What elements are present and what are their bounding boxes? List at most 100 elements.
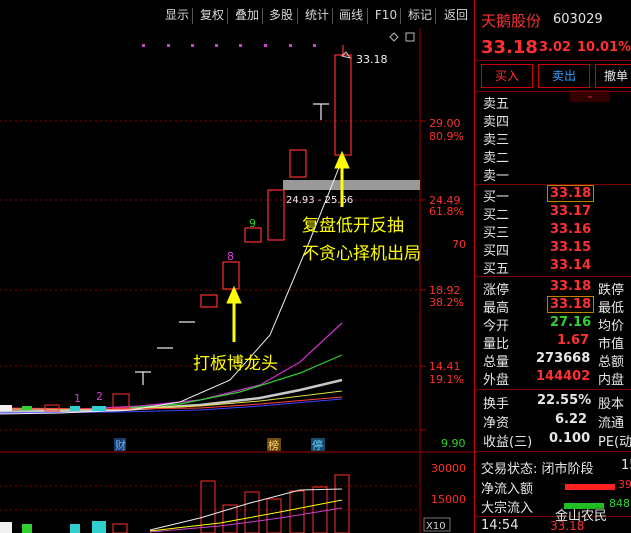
divider <box>475 276 631 277</box>
order-buy-price: 33.15 <box>550 240 592 255</box>
toolbar-f10-button[interactable]: F10 <box>371 7 401 24</box>
divider <box>475 91 631 92</box>
candle-number-label: 1 <box>74 392 81 405</box>
toolbar-display-button[interactable]: 显示 <box>161 7 193 24</box>
stat-label: 跌停 <box>598 283 625 298</box>
event-marker-label: 财 <box>115 438 126 452</box>
order-buy-label: 买一 <box>483 190 510 205</box>
trade-status-tail: 15 <box>621 458 631 473</box>
stat-label: 最低 <box>598 301 625 316</box>
toolbar-divider <box>435 8 436 24</box>
stat-label: 今开 <box>483 319 510 334</box>
stat-value: 33.18 <box>547 296 595 313</box>
stat-label: 外盘 <box>483 373 510 388</box>
block-inflow-value: 848 <box>609 497 630 510</box>
order-buy-price: 33.17 <box>550 204 592 219</box>
divider <box>475 389 631 390</box>
pct-axis-label: 61.8% <box>429 205 464 218</box>
annotation-bottom: 打板博龙头 <box>193 354 278 374</box>
toolbar-back-button[interactable]: 返回 <box>439 7 473 24</box>
pct-axis-label: 19.1% <box>429 373 464 386</box>
doji-candles <box>135 103 329 385</box>
order-sell-row: 卖四 <box>483 115 510 130</box>
stat-value: 1.67 <box>557 333 590 348</box>
divider <box>475 60 631 61</box>
square-icon <box>405 32 415 42</box>
tick-time: 14:54 <box>481 518 519 533</box>
stat-value: 144402 <box>536 369 591 384</box>
toolbar-divider <box>400 8 401 24</box>
quote-panel: 天鹅股份 603029 33.18 3.02 10.01% 买入 卖出 撤单 ⌄… <box>474 0 631 533</box>
toolbar-overlay-button[interactable]: 叠加 <box>231 7 263 24</box>
stat-value: 27.16 <box>550 315 592 330</box>
stat-value: 22.55% <box>537 393 592 408</box>
volume-bars-small <box>0 521 106 533</box>
stat-label: 总额 <box>598 355 625 370</box>
net-inflow-bar <box>565 484 615 490</box>
stock-name: 天鹅股份 <box>481 12 542 30</box>
stat-value: 33.18 <box>550 279 592 294</box>
toolbar-divider <box>262 8 263 24</box>
toolbar-divider <box>332 8 333 24</box>
stat-label: 换手 <box>483 397 510 412</box>
top-marker-dots <box>142 44 316 47</box>
toolbar-divider <box>297 8 298 24</box>
stat-label: 均价 <box>598 319 625 334</box>
stat-label: 涨停 <box>483 283 510 298</box>
block-inflow-label: 大宗流入 <box>481 501 534 516</box>
stat-label: 流通 <box>598 416 625 431</box>
toolbar-mark-button[interactable]: 标记 <box>404 7 436 24</box>
order-buy-label: 买二 <box>483 208 510 223</box>
price-axis-label: 70 <box>452 238 466 251</box>
divider <box>475 451 631 452</box>
divider <box>475 516 631 517</box>
toolbar-adjust-button[interactable]: 复权 <box>196 7 228 24</box>
order-buy-price: 33.16 <box>550 222 592 237</box>
candle-number-label: 8 <box>227 250 234 263</box>
stat-label: 最高 <box>483 301 510 316</box>
stat-label: 总量 <box>483 355 510 370</box>
order-sell-row: 卖二 <box>483 151 510 166</box>
stat-label: 净资 <box>483 416 510 431</box>
stock-change: 3.02 <box>539 40 572 55</box>
trade-status: 交易状态: 闭市阶段 <box>481 462 594 477</box>
kline-chart: 1 2 8 9 33.18 24.93 - 25.66 29.00 80.9% … <box>0 28 474 533</box>
order-buy-label: 买四 <box>483 244 510 259</box>
sell-button[interactable]: 卖出 <box>538 64 590 88</box>
toolbar-stats-button[interactable]: 统计 <box>301 7 333 24</box>
toolbar-divider <box>227 8 228 24</box>
stat-label: 收益(三) <box>483 435 533 450</box>
stat-value: 6.22 <box>555 412 588 427</box>
order-sell-row: 卖三 <box>483 133 510 148</box>
cancel-button[interactable]: 撤单 <box>595 64 631 88</box>
toolbar-divider <box>192 8 193 24</box>
toolbar-divider <box>367 8 368 24</box>
pct-axis-label: 80.9% <box>429 130 464 143</box>
price-axis-label: 9.90 <box>441 437 466 450</box>
rally-candles <box>200 45 352 308</box>
candle-number-label: 9 <box>249 217 256 230</box>
stat-label: 市值 <box>598 337 625 352</box>
price-axis-label: 29.00 <box>429 117 461 130</box>
stat-label: PE(动 <box>598 435 631 450</box>
order-buy-price: 33.18 <box>547 185 595 202</box>
trading-app: 显示 复权 叠加 多股 统计 画线 F10 标记 返回 1 2 8 9 33.1… <box>0 0 631 533</box>
net-inflow-label: 净流入额 <box>481 482 534 497</box>
stat-label: 内盘 <box>598 373 625 388</box>
event-marker-label: 榜 <box>268 438 279 452</box>
stat-value: 0.100 <box>549 431 591 446</box>
watermark: 金山农民 <box>555 509 608 524</box>
event-marker-label: 停 <box>312 438 323 452</box>
toolbar-multi-stock-button[interactable]: 多股 <box>265 7 297 24</box>
toolbar-draw-button[interactable]: 画线 <box>335 7 367 24</box>
buy-button[interactable]: 买入 <box>481 64 533 88</box>
kline-chart-area[interactable]: 1 2 8 9 33.18 24.93 - 25.66 29.00 80.9% … <box>0 28 474 533</box>
volume-unit-label: X10 <box>426 521 446 532</box>
order-buy-price: 33.14 <box>550 258 592 273</box>
high-price-label: 33.18 <box>356 53 388 66</box>
volume-axis-label: 30000 <box>431 462 466 475</box>
net-inflow-value: 39 <box>618 478 631 491</box>
order-buy-label: 买五 <box>483 262 510 277</box>
annotation-top-line1: 复盘低开反抽 <box>302 216 404 236</box>
stock-code: 603029 <box>553 12 603 27</box>
